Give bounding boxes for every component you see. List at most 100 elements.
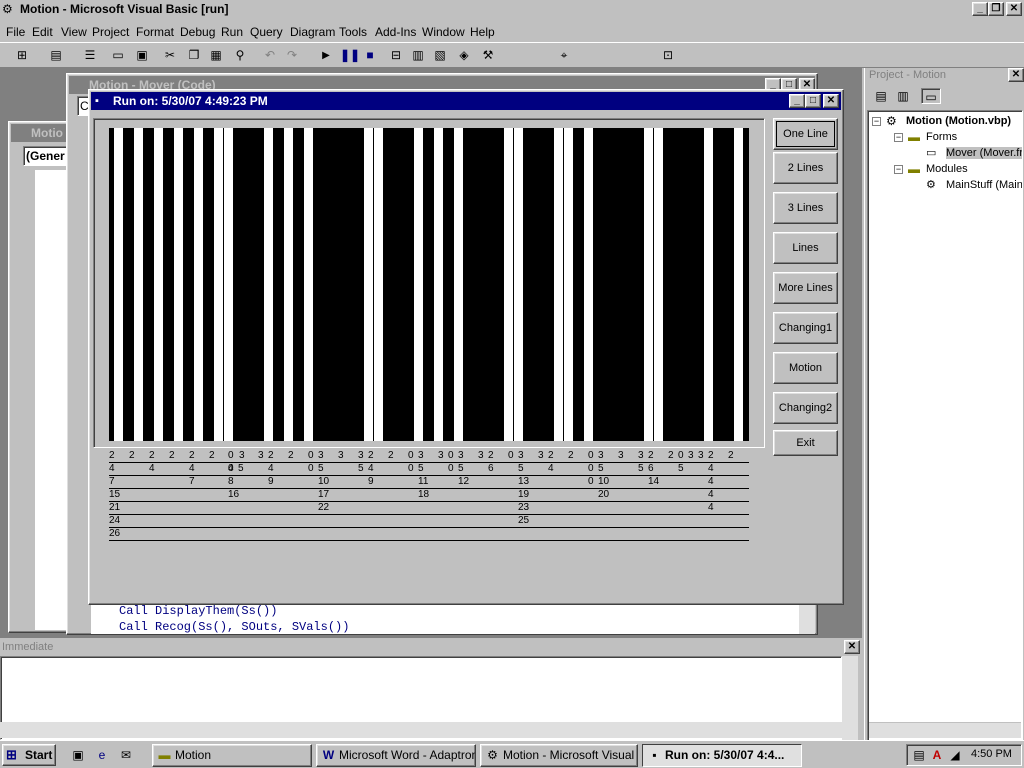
more-lines-label: More Lines — [778, 282, 833, 294]
toolbox-icon[interactable]: ⚒ — [480, 47, 496, 63]
menu-help[interactable]: Help — [470, 24, 495, 40]
changing2-button[interactable]: Changing2 — [773, 392, 838, 424]
grid-label: 2 — [668, 450, 674, 461]
redo-icon[interactable]: ↷ — [284, 47, 300, 63]
task-vb[interactable]: ⚙ Motion - Microsoft Visual B... — [480, 744, 638, 767]
tray-antivirus-icon[interactable]: A — [929, 747, 945, 763]
menu-addins[interactable]: Add-Ins — [375, 24, 416, 40]
grid-label: 4 — [708, 489, 714, 500]
menu-editor-icon[interactable]: ☰ — [82, 47, 98, 63]
cut-icon[interactable]: ✂ — [162, 47, 178, 63]
outlook-quicklaunch-icon[interactable]: ✉ — [118, 747, 134, 763]
menu-diagram[interactable]: Diagram — [290, 24, 335, 40]
end-icon[interactable]: ■ — [362, 47, 378, 63]
copy-icon[interactable]: ❐ — [186, 47, 202, 63]
find-icon[interactable]: ⚲ — [232, 47, 248, 63]
form-item-mover[interactable]: Mover (Mover.frm) — [946, 147, 1022, 159]
view-object-icon[interactable]: ▥ — [895, 88, 911, 104]
tray-printer-icon[interactable]: ▤ — [911, 747, 927, 763]
menu-format[interactable]: Format — [136, 24, 174, 40]
collapse-modules-icon[interactable]: − — [894, 165, 903, 174]
modules-folder[interactable]: Modules — [926, 163, 968, 175]
white-stripe — [504, 128, 513, 441]
break-icon[interactable]: ❚❚ — [340, 47, 360, 63]
collapse-root-icon[interactable]: − — [872, 117, 881, 126]
restore-button[interactable]: ❐ — [988, 2, 1004, 16]
menu-run[interactable]: Run — [221, 24, 243, 40]
three-lines-button[interactable]: 3 Lines — [773, 192, 838, 224]
immediate-hscrollbar[interactable] — [0, 722, 842, 738]
code-vscrollbar[interactable] — [799, 604, 815, 634]
forms-folder[interactable]: Forms — [926, 131, 957, 143]
open-icon[interactable]: ▭ — [110, 47, 126, 63]
grid-label: 26 — [109, 528, 121, 539]
tray-volume-icon[interactable]: ◢ — [947, 747, 963, 763]
ie-quicklaunch-icon[interactable]: e — [94, 747, 110, 763]
start-button[interactable]: ⊞ Start — [2, 744, 56, 766]
motion-label: Motion — [788, 362, 823, 374]
menu-file[interactable]: File — [6, 24, 25, 40]
run-maximize-button[interactable]: □ — [805, 94, 821, 108]
vb-app-icon[interactable]: ⚙ — [2, 2, 18, 17]
module-item-mainstuff[interactable]: MainStuff (MainStuff.bas) — [946, 179, 1022, 191]
windows-logo-icon: ⊞ — [6, 747, 17, 762]
exit-button[interactable]: Exit — [773, 430, 838, 456]
add-project-icon[interactable]: ⊞ — [14, 47, 30, 63]
grid-label: 19 — [518, 489, 530, 500]
task-motion-folder[interactable]: ▬ Motion — [152, 744, 312, 767]
form-window: Motio (Gener — [8, 121, 71, 633]
run-minimize-button[interactable]: _ — [789, 94, 805, 108]
run-close-button[interactable]: ✕ — [823, 94, 839, 108]
grid-label: 8 — [228, 476, 234, 487]
desktop-quicklaunch-icon[interactable]: ▣ — [70, 747, 86, 763]
menu-window[interactable]: Window — [422, 24, 465, 40]
project-explorer-icon[interactable]: ⊟ — [388, 47, 404, 63]
two-lines-button[interactable]: 2 Lines — [773, 152, 838, 184]
paste-icon[interactable]: ▦ — [208, 47, 224, 63]
motion-button[interactable]: Motion — [773, 352, 838, 384]
task-word[interactable]: W Microsoft Word - Adaptron ... — [316, 744, 476, 767]
menu-debug[interactable]: Debug — [180, 24, 215, 40]
menu-view[interactable]: View — [61, 24, 87, 40]
grid-label: 0 — [588, 463, 594, 474]
task-label: Run on: 5/30/07 4:4... — [665, 748, 785, 762]
white-stripe — [174, 128, 183, 441]
immediate-close-button[interactable]: ✕ — [844, 640, 860, 654]
properties-icon[interactable]: ▥ — [410, 47, 426, 63]
main-window-title: Motion - Microsoft Visual Basic [run] — [20, 2, 229, 16]
menu-edit[interactable]: Edit — [32, 24, 53, 40]
folder-icon: ▬ — [908, 162, 920, 176]
object-browser-icon[interactable]: ◈ — [456, 47, 472, 63]
close-button[interactable]: ✕ — [1006, 2, 1022, 16]
minimize-button[interactable]: _ — [972, 2, 988, 16]
more-lines-button[interactable]: More Lines — [773, 272, 838, 304]
add-form-icon[interactable]: ▤ — [48, 47, 64, 63]
menu-project[interactable]: Project — [92, 24, 129, 40]
changing1-button[interactable]: Changing1 — [773, 312, 838, 344]
immediate-vscrollbar[interactable] — [842, 656, 858, 740]
form-code-area[interactable] — [13, 170, 69, 630]
form-icon[interactable]: ▪ — [95, 92, 99, 110]
project-root[interactable]: Motion (Motion.vbp) — [906, 115, 1011, 127]
menu-tools[interactable]: Tools — [339, 24, 367, 40]
task-run-window[interactable]: ▪ Run on: 5/30/07 4:4... — [642, 744, 802, 767]
form-object-combo[interactable]: (Gener — [23, 146, 71, 166]
grid-label: 4 — [708, 463, 714, 474]
save-icon[interactable]: ▣ — [134, 47, 150, 63]
lines-button[interactable]: Lines — [773, 232, 838, 264]
grid-label: 13 — [518, 476, 530, 487]
start-icon[interactable]: ▶ — [318, 48, 334, 64]
grid-row: 444405405540505654055654 — [109, 463, 749, 476]
undo-icon[interactable]: ↶ — [262, 47, 278, 63]
toggle-folders-icon[interactable]: ▭ — [921, 88, 941, 104]
code-editor[interactable]: Call DisplayThem(Ss()) Call Recog(Ss(), … — [91, 604, 799, 634]
form-window-titlebar: Motio — [11, 124, 69, 142]
collapse-forms-icon[interactable]: − — [894, 133, 903, 142]
one-line-button[interactable]: One Line — [773, 118, 838, 150]
grid-label: 5 — [518, 463, 524, 474]
form-layout-icon[interactable]: ▧ — [432, 47, 448, 63]
menu-query[interactable]: Query — [250, 24, 283, 40]
project-hscrollbar[interactable] — [869, 722, 1021, 738]
project-close-button[interactable]: ✕ — [1008, 68, 1024, 82]
view-code-icon[interactable]: ▤ — [873, 88, 889, 104]
